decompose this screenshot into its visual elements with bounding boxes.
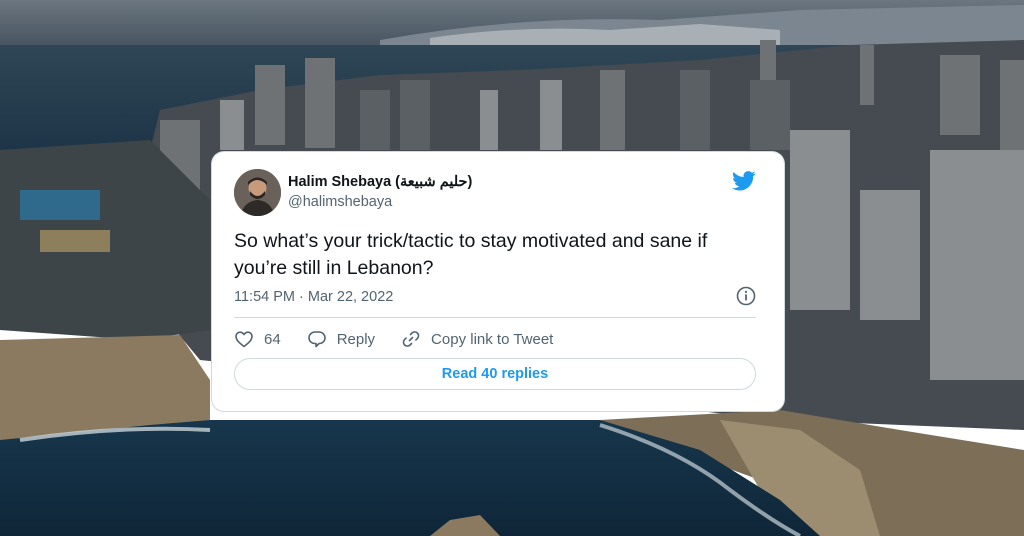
info-icon[interactable] xyxy=(736,286,756,306)
heart-icon xyxy=(235,331,253,348)
link-icon xyxy=(402,331,420,347)
tweet-card: Halim Shebaya (حليم شبيعة) @halimshebaya… xyxy=(212,152,784,411)
like-button[interactable]: 64 xyxy=(234,329,281,349)
author-name[interactable]: Halim Shebaya (حليم شبيعة) xyxy=(288,174,472,190)
author-handle[interactable]: @halimshebaya xyxy=(288,194,392,210)
reply-button[interactable]: Reply xyxy=(307,329,375,349)
tweet-timestamp[interactable]: 11:54 PM · Mar 22, 2022 xyxy=(234,289,393,305)
reply-label: Reply xyxy=(336,330,376,348)
tweet-actions: 64 Reply Copy link to Tweet xyxy=(234,328,579,350)
twitter-bird-icon[interactable] xyxy=(732,171,756,191)
like-count: 64 xyxy=(264,330,281,348)
copy-link-label: Copy link to Tweet xyxy=(431,330,554,348)
reply-icon xyxy=(307,331,326,348)
copy-link-button[interactable]: Copy link to Tweet xyxy=(401,329,553,349)
divider xyxy=(234,317,756,318)
tweet-text: So what’s your trick/tactic to stay moti… xyxy=(234,230,708,279)
read-replies-button[interactable]: Read 40 replies xyxy=(234,358,756,390)
author-avatar[interactable] xyxy=(234,169,281,216)
avatar-photo xyxy=(234,169,281,216)
